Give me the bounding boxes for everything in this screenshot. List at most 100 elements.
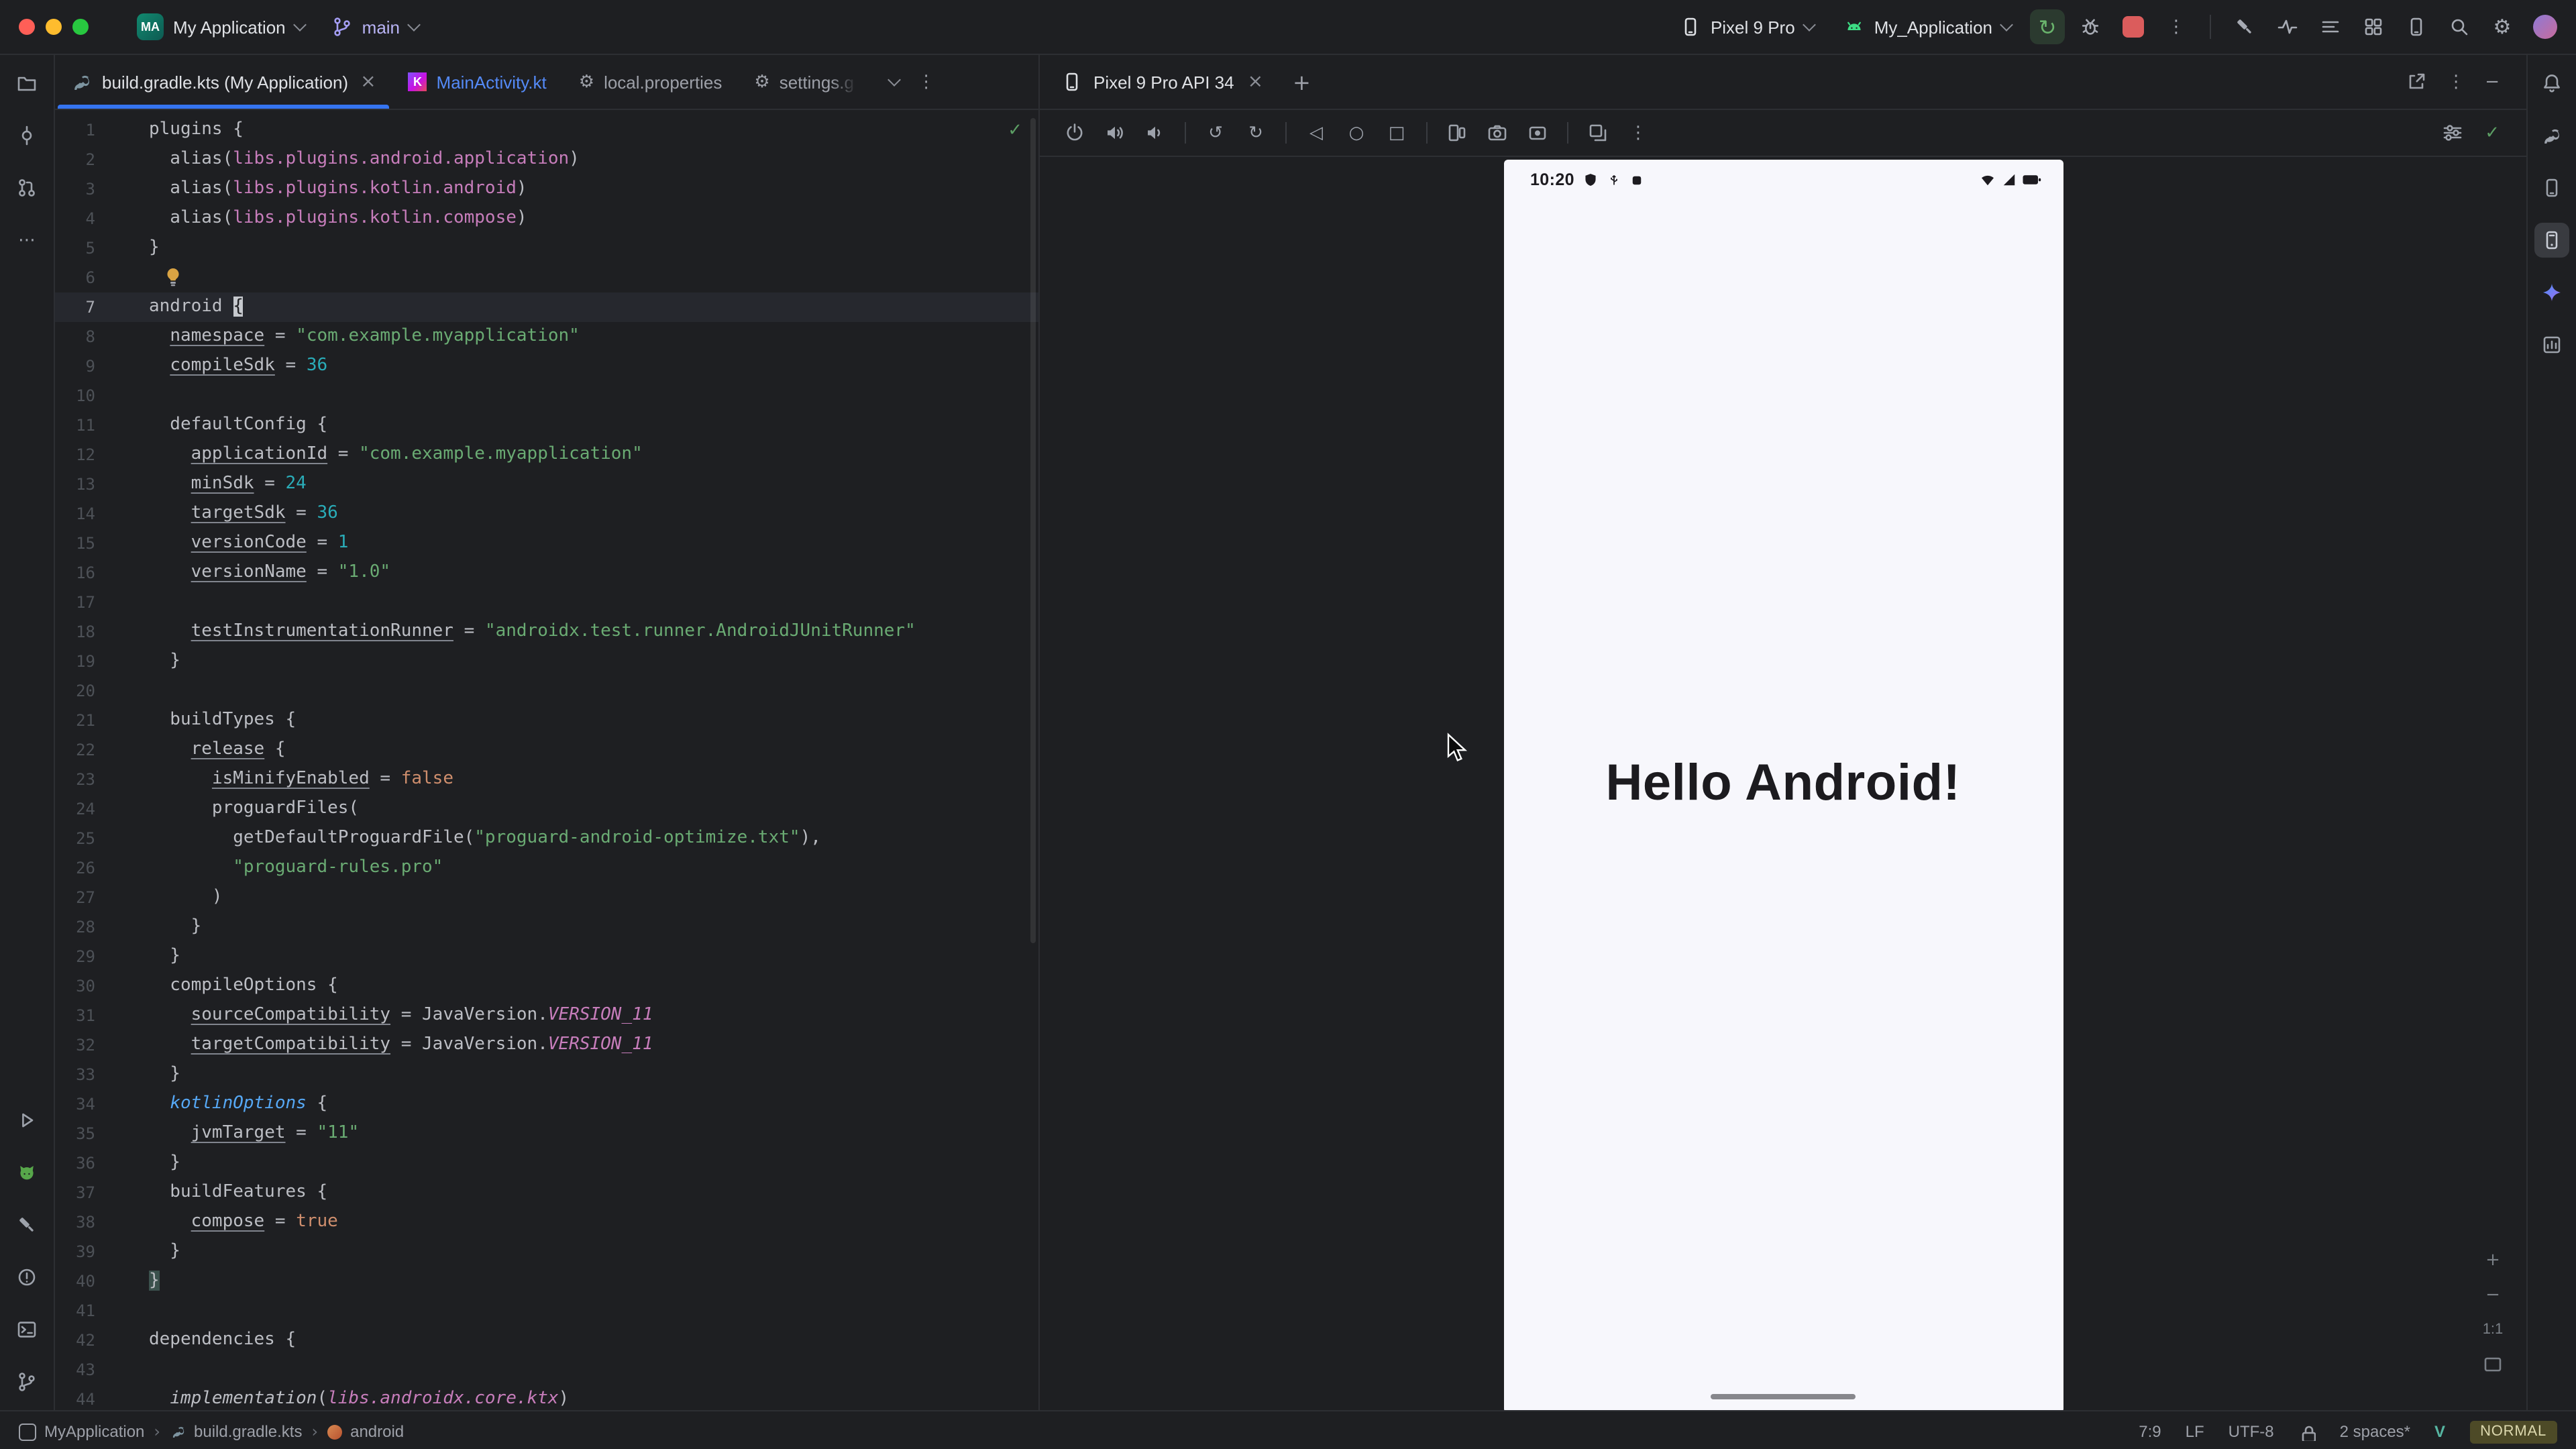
code-line[interactable]: 15 versionCode = 1: [55, 529, 1038, 558]
gutter-line-number[interactable]: 4: [55, 204, 95, 233]
close-tab-icon[interactable]: ×: [1248, 71, 1263, 93]
gutter-line-number[interactable]: 9: [55, 352, 95, 381]
code-line[interactable]: 35 jvmTarget = "11": [55, 1119, 1038, 1148]
tab-settings-gradle[interactable]: ⚙ settings.g: [738, 55, 873, 109]
gutter-line-number[interactable]: 2: [55, 145, 95, 174]
zoom-out-button[interactable]: −: [2481, 1284, 2505, 1305]
gemini-tool-button[interactable]: [2534, 275, 2569, 310]
screen-record-button[interactable]: [1524, 119, 1551, 146]
open-in-window-icon[interactable]: [2406, 71, 2427, 93]
gutter-line-number[interactable]: 8: [55, 322, 95, 352]
project-widget[interactable]: MA My Application: [126, 8, 315, 46]
gutter-line-number[interactable]: 5: [55, 233, 95, 263]
add-device-tab-button[interactable]: +: [1279, 55, 1324, 109]
volume-up-button[interactable]: [1102, 119, 1128, 146]
pull-requests-tool-button[interactable]: [9, 170, 44, 205]
code-line[interactable]: 22 release {: [55, 735, 1038, 765]
gutter-line-number[interactable]: 31: [55, 1001, 95, 1030]
overview-button[interactable]: □: [1383, 119, 1410, 146]
code-line[interactable]: 16 versionName = "1.0": [55, 558, 1038, 588]
code-line[interactable]: 44 implementation(libs.androidx.core.ktx…: [55, 1385, 1038, 1410]
device-screen[interactable]: 10:20 Hello Android!: [1503, 160, 2063, 1410]
code-line[interactable]: 6: [55, 263, 1038, 292]
gutter-line-number[interactable]: 39: [55, 1237, 95, 1267]
code-line[interactable]: 13 minSdk = 24: [55, 470, 1038, 499]
device-options-kebab[interactable]: ⋮: [1625, 119, 1652, 146]
tab-mainactivity[interactable]: K MainActivity.kt: [392, 55, 563, 109]
gutter-line-number[interactable]: 27: [55, 883, 95, 912]
search-everywhere-button[interactable]: [2442, 9, 2477, 44]
gradle-tool-button[interactable]: [2534, 118, 2569, 153]
gutter-line-number[interactable]: 14: [55, 499, 95, 529]
gutter-line-number[interactable]: 6: [55, 263, 95, 292]
gutter-line-number[interactable]: 29: [55, 942, 95, 971]
code-line[interactable]: 14 targetSdk = 36: [55, 499, 1038, 529]
gutter-line-number[interactable]: 20: [55, 676, 95, 706]
ideavim-icon[interactable]: V: [2434, 1422, 2445, 1441]
gutter-line-number[interactable]: 11: [55, 411, 95, 440]
code-line[interactable]: 7android {: [55, 292, 1038, 322]
minimize-window-button[interactable]: [46, 19, 62, 35]
code-line[interactable]: 4 alias(libs.plugins.kotlin.compose): [55, 204, 1038, 233]
gutter-line-number[interactable]: 44: [55, 1385, 95, 1410]
code-line[interactable]: 41: [55, 1296, 1038, 1326]
logcat-tool-button[interactable]: [9, 1155, 44, 1190]
code-line[interactable]: 33 }: [55, 1060, 1038, 1089]
gutter-line-number[interactable]: 32: [55, 1030, 95, 1060]
volume-down-button[interactable]: [1142, 119, 1169, 146]
code-line[interactable]: 5}: [55, 233, 1038, 263]
code-line[interactable]: 39 }: [55, 1237, 1038, 1267]
rotate-right-button[interactable]: ↻: [1242, 119, 1269, 146]
logcat-toolbar-button[interactable]: [2313, 9, 2348, 44]
code-line[interactable]: 17: [55, 588, 1038, 617]
gutter-line-number[interactable]: 21: [55, 706, 95, 735]
line-separator-widget[interactable]: LF: [2186, 1422, 2204, 1441]
run-options-kebab[interactable]: ⋮: [2159, 9, 2194, 44]
caret-position-widget[interactable]: 7:9: [2139, 1422, 2161, 1441]
code-line[interactable]: 26 "proguard-rules.pro": [55, 853, 1038, 883]
gutter-line-number[interactable]: 30: [55, 971, 95, 1001]
code-line[interactable]: 21 buildTypes {: [55, 706, 1038, 735]
code-line[interactable]: 38 compose = true: [55, 1208, 1038, 1237]
back-button[interactable]: ◁: [1303, 119, 1330, 146]
gutter-line-number[interactable]: 40: [55, 1267, 95, 1296]
account-button[interactable]: [2528, 9, 2563, 44]
gutter-line-number[interactable]: 17: [55, 588, 95, 617]
build-button[interactable]: [2227, 9, 2262, 44]
gutter-line-number[interactable]: 19: [55, 647, 95, 676]
debug-app-button[interactable]: [2073, 9, 2108, 44]
run-tool-button[interactable]: [9, 1103, 44, 1138]
gutter-line-number[interactable]: 41: [55, 1296, 95, 1326]
build-tool-button[interactable]: [9, 1208, 44, 1242]
indent-widget[interactable]: 2 spaces*: [2340, 1422, 2410, 1441]
hidden-tabs-chevron-icon[interactable]: [888, 72, 901, 86]
code-line[interactable]: 42dependencies {: [55, 1326, 1038, 1355]
project-tool-button[interactable]: [9, 66, 44, 101]
code-editor[interactable]: 1plugins {2 alias(libs.plugins.android.a…: [55, 110, 1038, 1410]
editor-scrollbar[interactable]: [1030, 118, 1036, 943]
code-line[interactable]: 20: [55, 676, 1038, 706]
device-manager-tool-button[interactable]: [2534, 170, 2569, 205]
readonly-lock-icon[interactable]: [2298, 1423, 2316, 1440]
gutter-line-number[interactable]: 7: [55, 292, 95, 322]
code-line[interactable]: 24 proguardFiles(: [55, 794, 1038, 824]
fold-device-button[interactable]: [1444, 119, 1470, 146]
gutter-line-number[interactable]: 13: [55, 470, 95, 499]
notifications-tool-button[interactable]: [2534, 66, 2569, 101]
layout-inspector-button[interactable]: [2356, 9, 2391, 44]
gutter-line-number[interactable]: 33: [55, 1060, 95, 1089]
gutter-line-number[interactable]: 38: [55, 1208, 95, 1237]
panel-options-kebab[interactable]: ⋮: [2447, 72, 2465, 92]
gutter-line-number[interactable]: 43: [55, 1355, 95, 1385]
quickfix-bulb-icon[interactable]: [165, 263, 181, 292]
code-line[interactable]: 32 targetCompatibility = JavaVersion.VER…: [55, 1030, 1038, 1060]
rotate-left-button[interactable]: ↺: [1202, 119, 1229, 146]
power-button[interactable]: [1061, 119, 1088, 146]
gutter-line-number[interactable]: 16: [55, 558, 95, 588]
gutter-line-number[interactable]: 23: [55, 765, 95, 794]
device-tab[interactable]: Pixel 9 Pro API 34 ×: [1040, 55, 1279, 109]
gutter-line-number[interactable]: 24: [55, 794, 95, 824]
fullscreen-window-button[interactable]: [72, 19, 89, 35]
hide-panel-icon[interactable]: −: [2485, 72, 2500, 92]
gutter-line-number[interactable]: 10: [55, 381, 95, 411]
